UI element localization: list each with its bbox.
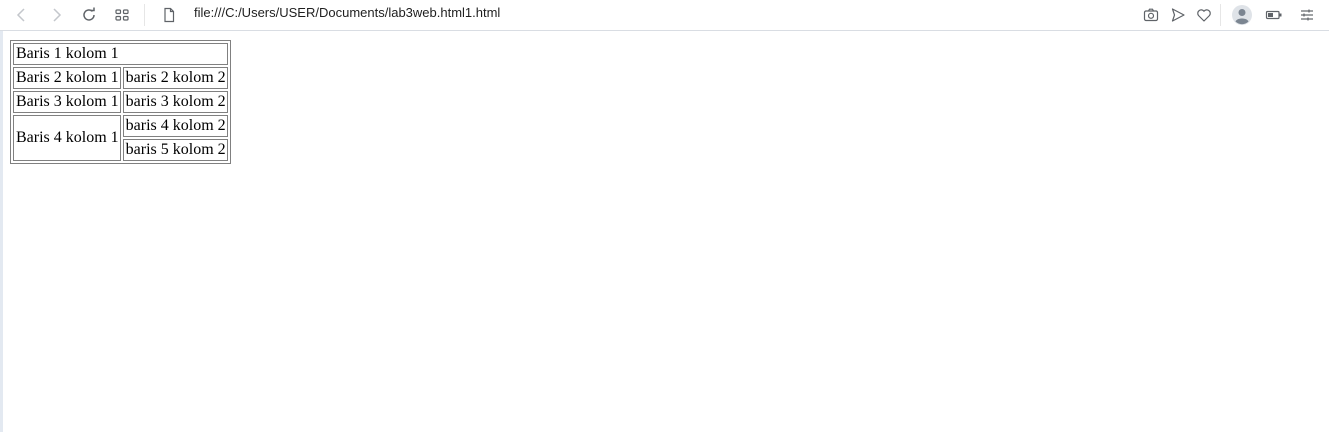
send-icon bbox=[1171, 8, 1185, 22]
table-row: Baris 3 kolom 1 baris 3 kolom 2 bbox=[13, 91, 228, 113]
user-avatar-icon bbox=[1232, 5, 1252, 25]
table-row: Baris 1 kolom 1 bbox=[13, 43, 228, 65]
battery-icon bbox=[1265, 10, 1282, 20]
send-button[interactable] bbox=[1166, 3, 1190, 27]
data-table: Baris 1 kolom 1 Baris 2 kolom 1 baris 2 … bbox=[10, 40, 231, 164]
forward-button[interactable] bbox=[44, 3, 68, 27]
bookmark-button[interactable] bbox=[1192, 3, 1216, 27]
left-edge-strip bbox=[0, 0, 3, 432]
table-cell: baris 5 kolom 2 bbox=[122, 139, 228, 161]
reload-icon bbox=[83, 7, 95, 21]
menu-button[interactable] bbox=[1295, 3, 1319, 27]
page-content: Baris 1 kolom 1 Baris 2 kolom 1 baris 2 … bbox=[10, 40, 231, 164]
toolbar-separator bbox=[1220, 4, 1221, 26]
page-info-button[interactable] bbox=[157, 3, 181, 27]
arrow-left-icon bbox=[16, 8, 25, 22]
profile-button[interactable] bbox=[1230, 3, 1254, 27]
tabs-grid-button[interactable] bbox=[110, 3, 134, 27]
snapshot-button[interactable] bbox=[1139, 3, 1163, 27]
grid-icon bbox=[115, 9, 129, 21]
reload-button[interactable] bbox=[77, 3, 101, 27]
table-cell: baris 4 kolom 2 bbox=[122, 115, 228, 137]
table-cell: baris 2 kolom 2 bbox=[122, 67, 228, 89]
document-icon bbox=[164, 7, 175, 23]
battery-saver-button[interactable] bbox=[1262, 3, 1286, 27]
table-row: Baris 4 kolom 1 baris 4 kolom 2 bbox=[13, 115, 228, 161]
toolbar-separator bbox=[144, 4, 145, 26]
menu-icon bbox=[1301, 9, 1313, 21]
arrow-right-icon bbox=[53, 8, 62, 22]
back-button[interactable] bbox=[10, 3, 34, 27]
table-cell: Baris 4 kolom 1 bbox=[13, 115, 121, 161]
table-cell: Baris 2 kolom 1 bbox=[13, 67, 121, 89]
browser-toolbar: file:///C:/Users/USER/Documents/lab3web.… bbox=[0, 0, 1329, 31]
heart-icon bbox=[1197, 9, 1211, 22]
table-cell: Baris 1 kolom 1 bbox=[13, 43, 228, 65]
table-cell: Baris 3 kolom 1 bbox=[13, 91, 121, 113]
address-bar[interactable]: file:///C:/Users/USER/Documents/lab3web.… bbox=[194, 5, 500, 21]
table-row: Baris 2 kolom 1 baris 2 kolom 2 bbox=[13, 67, 228, 89]
table-cell: baris 3 kolom 2 bbox=[122, 91, 228, 113]
camera-icon bbox=[1143, 8, 1159, 22]
